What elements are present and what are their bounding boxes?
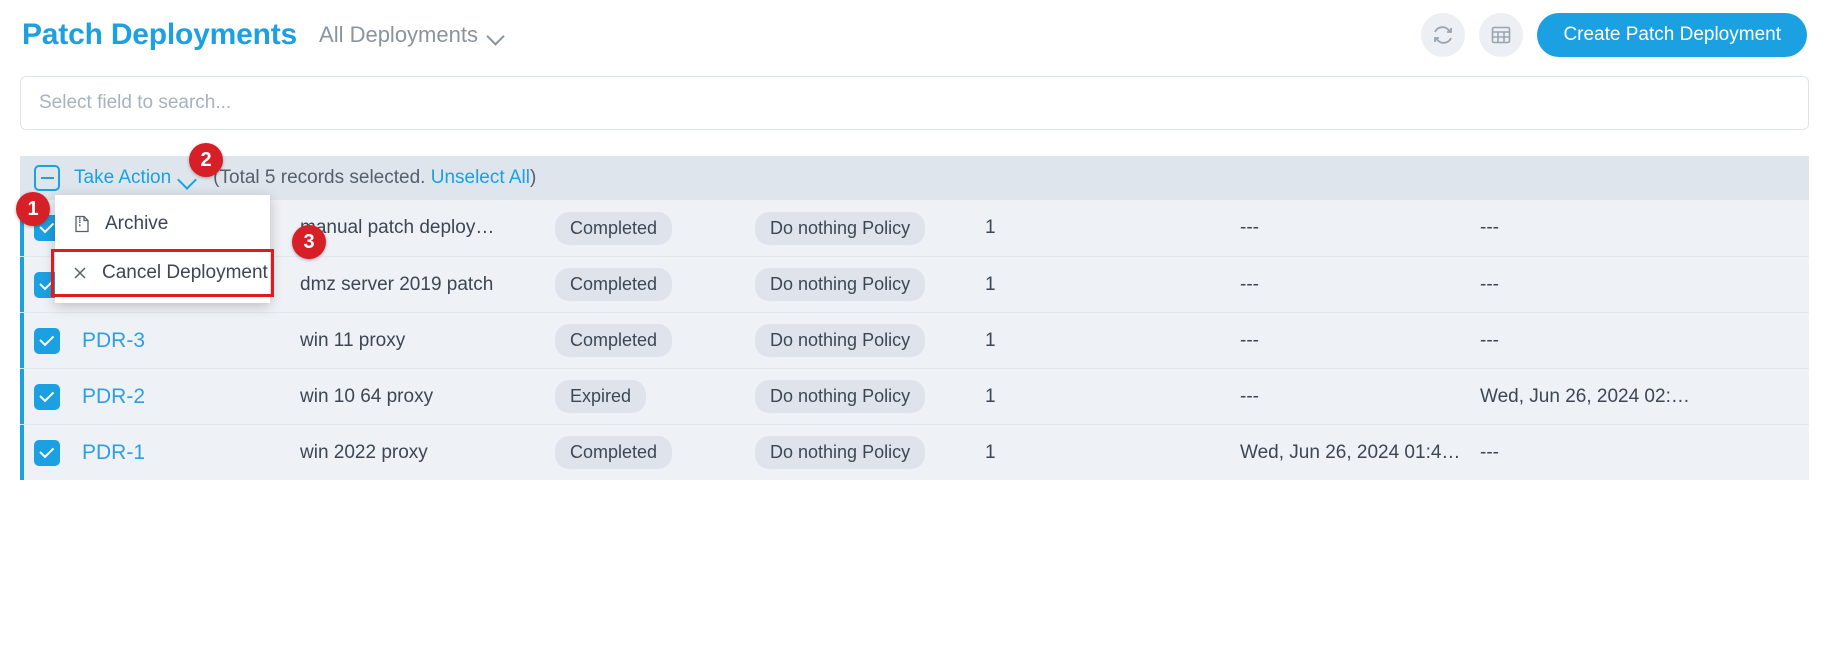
policy-badge: Do nothing Policy bbox=[755, 268, 926, 301]
table-row[interactable]: PDR-5manual patch deploy…CompletedDo not… bbox=[20, 200, 1809, 256]
take-action-menu: Archive Cancel Deployment bbox=[51, 195, 274, 303]
row-name: win 2022 proxy bbox=[300, 441, 428, 463]
search-bar bbox=[20, 76, 1809, 130]
row-date-1: --- bbox=[1240, 385, 1259, 407]
archive-file-icon bbox=[73, 215, 91, 233]
row-checkbox[interactable] bbox=[34, 327, 60, 354]
step-badge-1: 1 bbox=[16, 192, 50, 226]
status-badge: Completed bbox=[555, 211, 673, 245]
table-body: PDR-5manual patch deploy…CompletedDo not… bbox=[20, 200, 1809, 480]
deployments-table: Take Action (Total 5 records selected. U… bbox=[20, 156, 1809, 480]
policy-badge: Do nothing Policy bbox=[755, 380, 926, 413]
chevron-down-icon bbox=[179, 173, 197, 184]
select-all-checkbox[interactable] bbox=[34, 165, 60, 191]
take-action-dropdown[interactable]: Take Action bbox=[74, 167, 197, 189]
row-policy-cell: Do nothing Policy bbox=[755, 268, 985, 301]
row-status-cell: Completed bbox=[555, 211, 755, 245]
policy-badge: Do nothing Policy bbox=[755, 324, 926, 357]
policy-badge: Do nothing Policy bbox=[755, 436, 926, 469]
row-checkbox[interactable] bbox=[34, 439, 60, 466]
create-patch-deployment-button[interactable]: Create Patch Deployment bbox=[1537, 13, 1807, 57]
menu-item-archive[interactable]: Archive bbox=[55, 201, 270, 246]
selection-info: (Total 5 records selected. Unselect All) bbox=[213, 167, 536, 189]
take-action-label: Take Action bbox=[74, 167, 172, 188]
table-row[interactable]: PDR-3 win 11 proxy Completed Do nothing Pol… bbox=[20, 312, 1809, 368]
table-row[interactable]: PDR-4dmz server 2019 patchCompletedDo no… bbox=[20, 256, 1809, 312]
table-view-button[interactable] bbox=[1479, 13, 1524, 57]
menu-item-label: Archive bbox=[105, 212, 169, 234]
selection-prefix: (Total 5 records selected. bbox=[213, 167, 431, 188]
refresh-button[interactable] bbox=[1421, 13, 1466, 57]
row-checkbox-cell bbox=[20, 439, 70, 466]
row-status-cell: Expired bbox=[555, 380, 755, 413]
row-date-2: --- bbox=[1480, 273, 1499, 295]
row-id[interactable]: PDR-2 bbox=[70, 385, 300, 409]
step-badge-2: 2 bbox=[189, 143, 223, 177]
menu-item-label: Cancel Deployment bbox=[102, 262, 268, 283]
row-count: 1 bbox=[985, 329, 996, 351]
row-count: 1 bbox=[985, 385, 996, 407]
step-badge-3: 3 bbox=[292, 225, 326, 259]
policy-badge: Do nothing Policy bbox=[755, 211, 926, 245]
page-header: Patch Deployments All Deployments Create… bbox=[0, 0, 1829, 70]
row-id[interactable]: PDR-1 bbox=[70, 441, 300, 465]
row-date-2: --- bbox=[1480, 329, 1499, 351]
row-date-1: --- bbox=[1240, 217, 1259, 238]
row-date-2: Wed, Jun 26, 2024 02:… bbox=[1480, 385, 1690, 407]
row-date-1: Wed, Jun 26, 2024 01:4… bbox=[1240, 441, 1461, 463]
patch-deployments-page: Patch Deployments All Deployments Create… bbox=[0, 0, 1829, 654]
row-status-cell: Completed bbox=[555, 436, 755, 469]
row-policy-cell: Do nothing Policy bbox=[755, 380, 985, 413]
row-policy-cell: Do nothing Policy bbox=[755, 324, 985, 357]
table-row[interactable]: PDR-1 win 2022 proxy Completed Do nothing P… bbox=[20, 424, 1809, 480]
status-badge: Completed bbox=[555, 324, 673, 357]
row-date-1: --- bbox=[1240, 329, 1259, 351]
selection-suffix: ) bbox=[530, 167, 537, 188]
status-badge: Completed bbox=[555, 268, 673, 301]
row-status-cell: Completed bbox=[555, 268, 755, 301]
row-date-2: --- bbox=[1480, 217, 1499, 238]
row-date-2: --- bbox=[1480, 441, 1499, 463]
chevron-down-icon bbox=[488, 30, 506, 40]
row-date-1: --- bbox=[1240, 273, 1259, 295]
row-count: 1 bbox=[985, 441, 996, 463]
table-toolbar: Take Action (Total 5 records selected. U… bbox=[20, 156, 1809, 200]
search-input[interactable] bbox=[20, 76, 1809, 130]
menu-item-cancel-deployment[interactable]: Cancel Deployment bbox=[51, 249, 274, 297]
view-selector-label: All Deployments bbox=[319, 22, 478, 47]
row-policy-cell: Do nothing Policy bbox=[755, 211, 985, 245]
header-actions: Create Patch Deployment bbox=[1421, 13, 1807, 57]
status-badge: Completed bbox=[555, 436, 673, 469]
row-count: 1 bbox=[985, 273, 996, 295]
row-id[interactable]: PDR-3 bbox=[70, 329, 300, 353]
table-row[interactable]: PDR-2 win 10 64 proxy Expired Do nothing Po… bbox=[20, 368, 1809, 424]
close-x-icon bbox=[72, 265, 88, 281]
row-count: 1 bbox=[985, 217, 996, 238]
row-status-cell: Completed bbox=[555, 324, 755, 357]
status-badge: Expired bbox=[555, 380, 647, 413]
refresh-icon bbox=[1434, 26, 1453, 44]
row-checkbox-cell bbox=[20, 383, 70, 410]
row-name: win 11 proxy bbox=[300, 329, 406, 351]
page-title: Patch Deployments bbox=[22, 18, 298, 51]
row-checkbox[interactable] bbox=[34, 383, 60, 410]
row-name: win 10 64 proxy bbox=[300, 385, 434, 407]
row-name: dmz server 2019 patch bbox=[300, 273, 494, 295]
table-grid-icon bbox=[1492, 26, 1511, 44]
view-selector[interactable]: All Deployments bbox=[319, 22, 506, 48]
row-checkbox-cell bbox=[20, 327, 70, 354]
unselect-all-link[interactable]: Unselect All bbox=[431, 167, 530, 188]
row-name: manual patch deploy… bbox=[300, 217, 495, 238]
row-policy-cell: Do nothing Policy bbox=[755, 436, 985, 469]
